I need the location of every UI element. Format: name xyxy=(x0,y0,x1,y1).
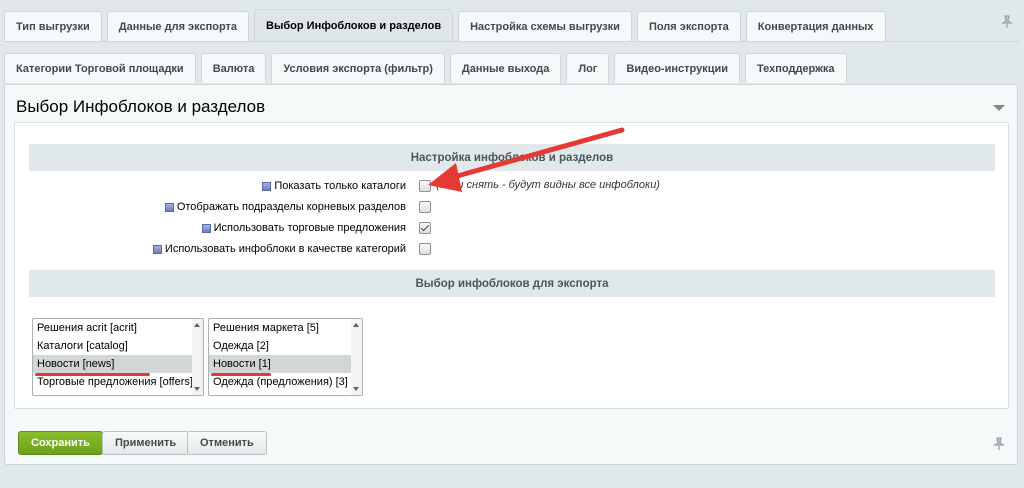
list-item[interactable]: Новости [news] xyxy=(33,355,203,373)
option-row-iblocks-as-categories: Использовать инфоблоки в качестве катего… xyxy=(15,241,406,257)
tabs-row-secondary: Категории Торговой площадки Валюта Услов… xyxy=(4,53,847,83)
option-hint: (если снять - будут видны все инфоблоки) xyxy=(436,179,660,191)
scroll-down-icon[interactable] xyxy=(353,387,359,391)
help-icon[interactable] xyxy=(262,181,272,191)
option-row-use-offers: Использовать торговые предложения xyxy=(15,220,406,236)
tab-export-fields[interactable]: Поля экспорта xyxy=(636,11,741,41)
tab-iblock-selection[interactable]: Выбор Инфоблоков и разделов xyxy=(254,9,454,41)
option-label: Использовать инфоблоки в качестве катего… xyxy=(164,243,406,255)
use-offers-checkbox[interactable] xyxy=(419,222,431,234)
tabs-row-primary: Тип выгрузки Данные для экспорта Выбор И… xyxy=(4,9,886,41)
settings-form: Настройка инфоблоков и разделов Показать… xyxy=(14,122,1009,409)
tab-marketplace-categories[interactable]: Категории Торговой площадки xyxy=(4,53,196,83)
option-row-catalogs-only: Показать только каталоги xyxy=(15,178,406,194)
iblocks-as-categories-checkbox[interactable] xyxy=(419,243,431,255)
show-subsections-checkbox[interactable] xyxy=(419,201,431,213)
catalogs-only-checkbox[interactable] xyxy=(419,180,431,192)
iblock-types-listbox[interactable]: Решения acrit [acrit] Каталоги [catalog]… xyxy=(32,318,204,396)
scroll-up-icon[interactable] xyxy=(194,323,200,327)
scrollbar[interactable] xyxy=(192,319,203,395)
help-icon[interactable] xyxy=(164,202,174,212)
option-label: Использовать торговые предложения xyxy=(213,222,406,234)
option-label: Показать только каталоги xyxy=(274,180,406,192)
pin-icon[interactable] xyxy=(1000,15,1014,29)
section-header-iblock-export: Выбор инфоблоков для экспорта xyxy=(29,270,995,297)
main-panel: Выбор Инфоблоков и разделов Настройка ин… xyxy=(4,84,1018,465)
tab-log[interactable]: Лог xyxy=(566,53,610,83)
tab-export-type[interactable]: Тип выгрузки xyxy=(4,11,102,41)
list-item[interactable]: Одежда [2] xyxy=(209,337,362,355)
tab-export-filter[interactable]: Условия экспорта (фильтр) xyxy=(271,53,445,83)
tabs-divider xyxy=(4,41,1020,42)
tab-support[interactable]: Техподдержка xyxy=(744,53,847,83)
list-item[interactable]: Решения acrit [acrit] xyxy=(33,319,203,337)
tab-currency[interactable]: Валюта xyxy=(200,53,267,83)
tab-export-data[interactable]: Данные для экспорта xyxy=(106,11,250,41)
tab-video-instructions[interactable]: Видео-инструкции xyxy=(614,53,740,83)
pin-icon[interactable] xyxy=(992,437,1006,454)
tab-output-data[interactable]: Данные выхода xyxy=(449,53,562,83)
iblocks-listbox[interactable]: Решения маркета [5] Одежда [2] Новости [… xyxy=(208,318,363,396)
scroll-down-icon[interactable] xyxy=(194,387,200,391)
annotation-underline xyxy=(35,373,150,376)
save-button[interactable]: Сохранить xyxy=(18,431,103,455)
list-item[interactable]: Решения маркета [5] xyxy=(209,319,362,337)
collapse-icon[interactable] xyxy=(993,105,1005,111)
help-icon[interactable] xyxy=(152,244,162,254)
section-header-iblock-settings: Настройка инфоблоков и разделов xyxy=(29,144,995,171)
tab-data-conversion[interactable]: Конвертация данных xyxy=(745,11,886,41)
apply-button[interactable]: Применить xyxy=(102,431,190,455)
page-title: Выбор Инфоблоков и разделов xyxy=(16,97,266,116)
cancel-button[interactable]: Отменить xyxy=(187,431,267,455)
scroll-up-icon[interactable] xyxy=(353,323,359,327)
list-item[interactable]: Новости [1] xyxy=(209,355,362,373)
annotation-underline xyxy=(211,373,271,376)
help-icon[interactable] xyxy=(201,223,211,233)
option-label: Отображать подразделы корневых разделов xyxy=(176,201,406,213)
scrollbar[interactable] xyxy=(351,319,362,395)
option-row-show-subsections: Отображать подразделы корневых разделов xyxy=(15,199,406,215)
tab-export-scheme[interactable]: Настройка схемы выгрузки xyxy=(458,11,632,41)
list-item[interactable]: Каталоги [catalog] xyxy=(33,337,203,355)
